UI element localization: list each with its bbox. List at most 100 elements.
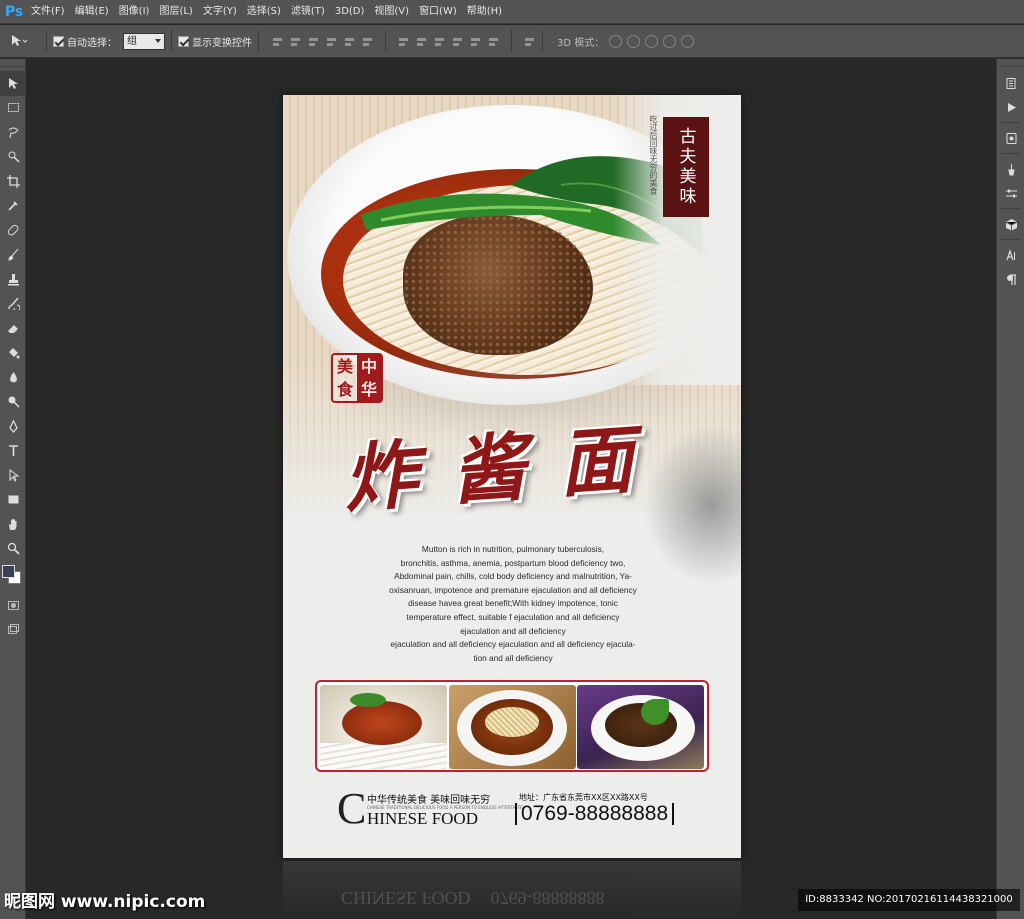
reflection-text: 0769-88888888 bbox=[490, 888, 605, 908]
distribute-top-icon[interactable] bbox=[397, 35, 410, 48]
align-buttons bbox=[271, 30, 536, 52]
food-photo-1 bbox=[320, 685, 447, 769]
footer-phone: 0769-88888888 bbox=[515, 803, 675, 825]
3d-panel-button[interactable] bbox=[997, 212, 1024, 236]
align-vcenter-icon[interactable] bbox=[289, 35, 302, 48]
adjustments-panel-button[interactable] bbox=[997, 181, 1024, 205]
crop-icon bbox=[6, 174, 20, 188]
zoom-tool[interactable] bbox=[0, 537, 26, 562]
align-hcenter-icon[interactable] bbox=[343, 35, 356, 48]
healing-tool[interactable] bbox=[0, 218, 26, 243]
cube-icon bbox=[1005, 218, 1017, 230]
menu-view[interactable]: 视图(V) bbox=[369, 0, 414, 24]
auto-select-label: 自动选择： bbox=[67, 37, 117, 49]
distribute-vcenter-icon[interactable] bbox=[415, 35, 428, 48]
actions-panel-button[interactable] bbox=[997, 95, 1024, 119]
brush-presets-icon bbox=[1007, 163, 1015, 175]
reflection-text: CHINESE FOOD bbox=[341, 888, 471, 908]
menu-edit[interactable]: 编辑(E) bbox=[70, 0, 114, 24]
crop-tool[interactable] bbox=[0, 169, 26, 194]
bucket-icon bbox=[8, 348, 19, 359]
roll-3d-icon[interactable] bbox=[627, 34, 641, 48]
bucket-tool[interactable] bbox=[0, 341, 26, 366]
history-brush-tool[interactable] bbox=[0, 292, 26, 317]
pen-tool[interactable] bbox=[0, 414, 26, 439]
eraser-tool[interactable] bbox=[0, 316, 26, 341]
menu-layer[interactable]: 图层(L) bbox=[154, 0, 197, 24]
paragraph-panel-button[interactable] bbox=[997, 267, 1024, 291]
dodge-tool[interactable] bbox=[0, 390, 26, 415]
align-top-icon[interactable] bbox=[271, 35, 284, 48]
divider bbox=[542, 30, 543, 52]
divider bbox=[1001, 153, 1020, 154]
screen-mode-button[interactable] bbox=[0, 618, 26, 643]
align-right-icon[interactable] bbox=[361, 35, 374, 48]
hand-tool[interactable] bbox=[0, 512, 26, 537]
paragraph-icon bbox=[1006, 273, 1016, 285]
menu-filter[interactable]: 滤镜(T) bbox=[286, 0, 330, 24]
lasso-icon bbox=[8, 127, 19, 138]
document-canvas[interactable]: 吃过后回味无穷的美食 古夫美味 美 中 食 华 炸 酱 面 Mutton is … bbox=[27, 59, 995, 919]
stamp-tool[interactable] bbox=[0, 267, 26, 292]
distribute-left-icon[interactable] bbox=[451, 35, 464, 48]
brush-tool[interactable] bbox=[0, 243, 26, 268]
menu-help[interactable]: 帮助(H) bbox=[462, 0, 507, 24]
menu-type[interactable]: 文字(Y) bbox=[198, 0, 242, 24]
poster-reflection: CHINESE FOOD 0769-88888888 bbox=[283, 861, 741, 919]
scale-3d-icon[interactable] bbox=[681, 34, 695, 48]
description-line: bronchitis, asthma, anemia, postpartum b… bbox=[400, 557, 626, 568]
blur-tool[interactable] bbox=[0, 365, 26, 390]
menu-file[interactable]: 文件(F) bbox=[26, 0, 70, 24]
auto-select-dropdown[interactable]: 组 bbox=[123, 32, 165, 50]
align-left-icon[interactable] bbox=[325, 35, 338, 48]
lasso-tool[interactable] bbox=[0, 120, 26, 145]
distribute-bottom-icon[interactable] bbox=[433, 35, 446, 48]
type-tool[interactable] bbox=[0, 439, 26, 464]
eyedropper-icon bbox=[7, 201, 18, 211]
panel-grip[interactable] bbox=[997, 59, 1024, 67]
menu-window[interactable]: 窗口(W) bbox=[414, 0, 462, 24]
history-panel-button[interactable] bbox=[997, 71, 1024, 95]
quick-select-tool[interactable] bbox=[0, 145, 26, 170]
menu-select[interactable]: 选择(S) bbox=[242, 0, 286, 24]
distribute-right-icon[interactable] bbox=[487, 35, 500, 48]
seal-char: 华 bbox=[357, 378, 381, 401]
foreground-color-swatch[interactable] bbox=[2, 565, 15, 578]
menu-3d[interactable]: 3D(D) bbox=[330, 0, 370, 24]
align-bottom-icon[interactable] bbox=[307, 35, 320, 48]
quick-mask-button[interactable] bbox=[0, 593, 26, 618]
slide-3d-icon[interactable] bbox=[663, 34, 677, 48]
hand-icon bbox=[8, 518, 16, 530]
poster-title: 炸 酱 面 bbox=[340, 403, 636, 523]
orbit-3d-icon[interactable] bbox=[609, 34, 623, 48]
menu-image[interactable]: 图像(I) bbox=[114, 0, 155, 24]
food-photo-2 bbox=[448, 685, 576, 769]
rectangle-tool[interactable] bbox=[0, 488, 26, 513]
quick-select-icon bbox=[8, 151, 20, 163]
blur-icon bbox=[9, 371, 17, 383]
description-line: tion and all deficiency bbox=[473, 652, 553, 663]
character-panel-button[interactable] bbox=[997, 243, 1024, 267]
seal-char: 美 bbox=[336, 356, 353, 376]
eyedropper-tool[interactable] bbox=[0, 194, 26, 219]
distribute-hcenter-icon[interactable] bbox=[469, 35, 482, 48]
tool-preset-picker[interactable] bbox=[10, 34, 40, 48]
brush-panel-button[interactable] bbox=[997, 157, 1024, 181]
layers-panel-button[interactable] bbox=[997, 126, 1024, 150]
show-transform-checkbox[interactable] bbox=[178, 35, 189, 47]
description-line: disease havea great benefit;With kidney … bbox=[408, 598, 618, 609]
vertical-title-tag: 古夫美味 bbox=[663, 117, 709, 217]
marquee-tool[interactable] bbox=[0, 96, 26, 121]
move-tool[interactable] bbox=[0, 71, 26, 96]
footer-english-title: HINESE FOOD bbox=[367, 809, 478, 828]
auto-select-checkbox[interactable] bbox=[53, 35, 64, 47]
title-char: 酱 bbox=[448, 424, 529, 515]
drag-3d-icon[interactable] bbox=[645, 34, 659, 48]
mode-3d-label: 3D 模式： bbox=[557, 37, 605, 49]
history-icon bbox=[1006, 77, 1015, 89]
character-icon bbox=[1005, 248, 1015, 260]
panel-grip[interactable] bbox=[0, 59, 25, 67]
path-select-tool[interactable] bbox=[0, 463, 26, 488]
brush-icon bbox=[7, 248, 18, 261]
auto-align-icon[interactable] bbox=[523, 35, 536, 48]
